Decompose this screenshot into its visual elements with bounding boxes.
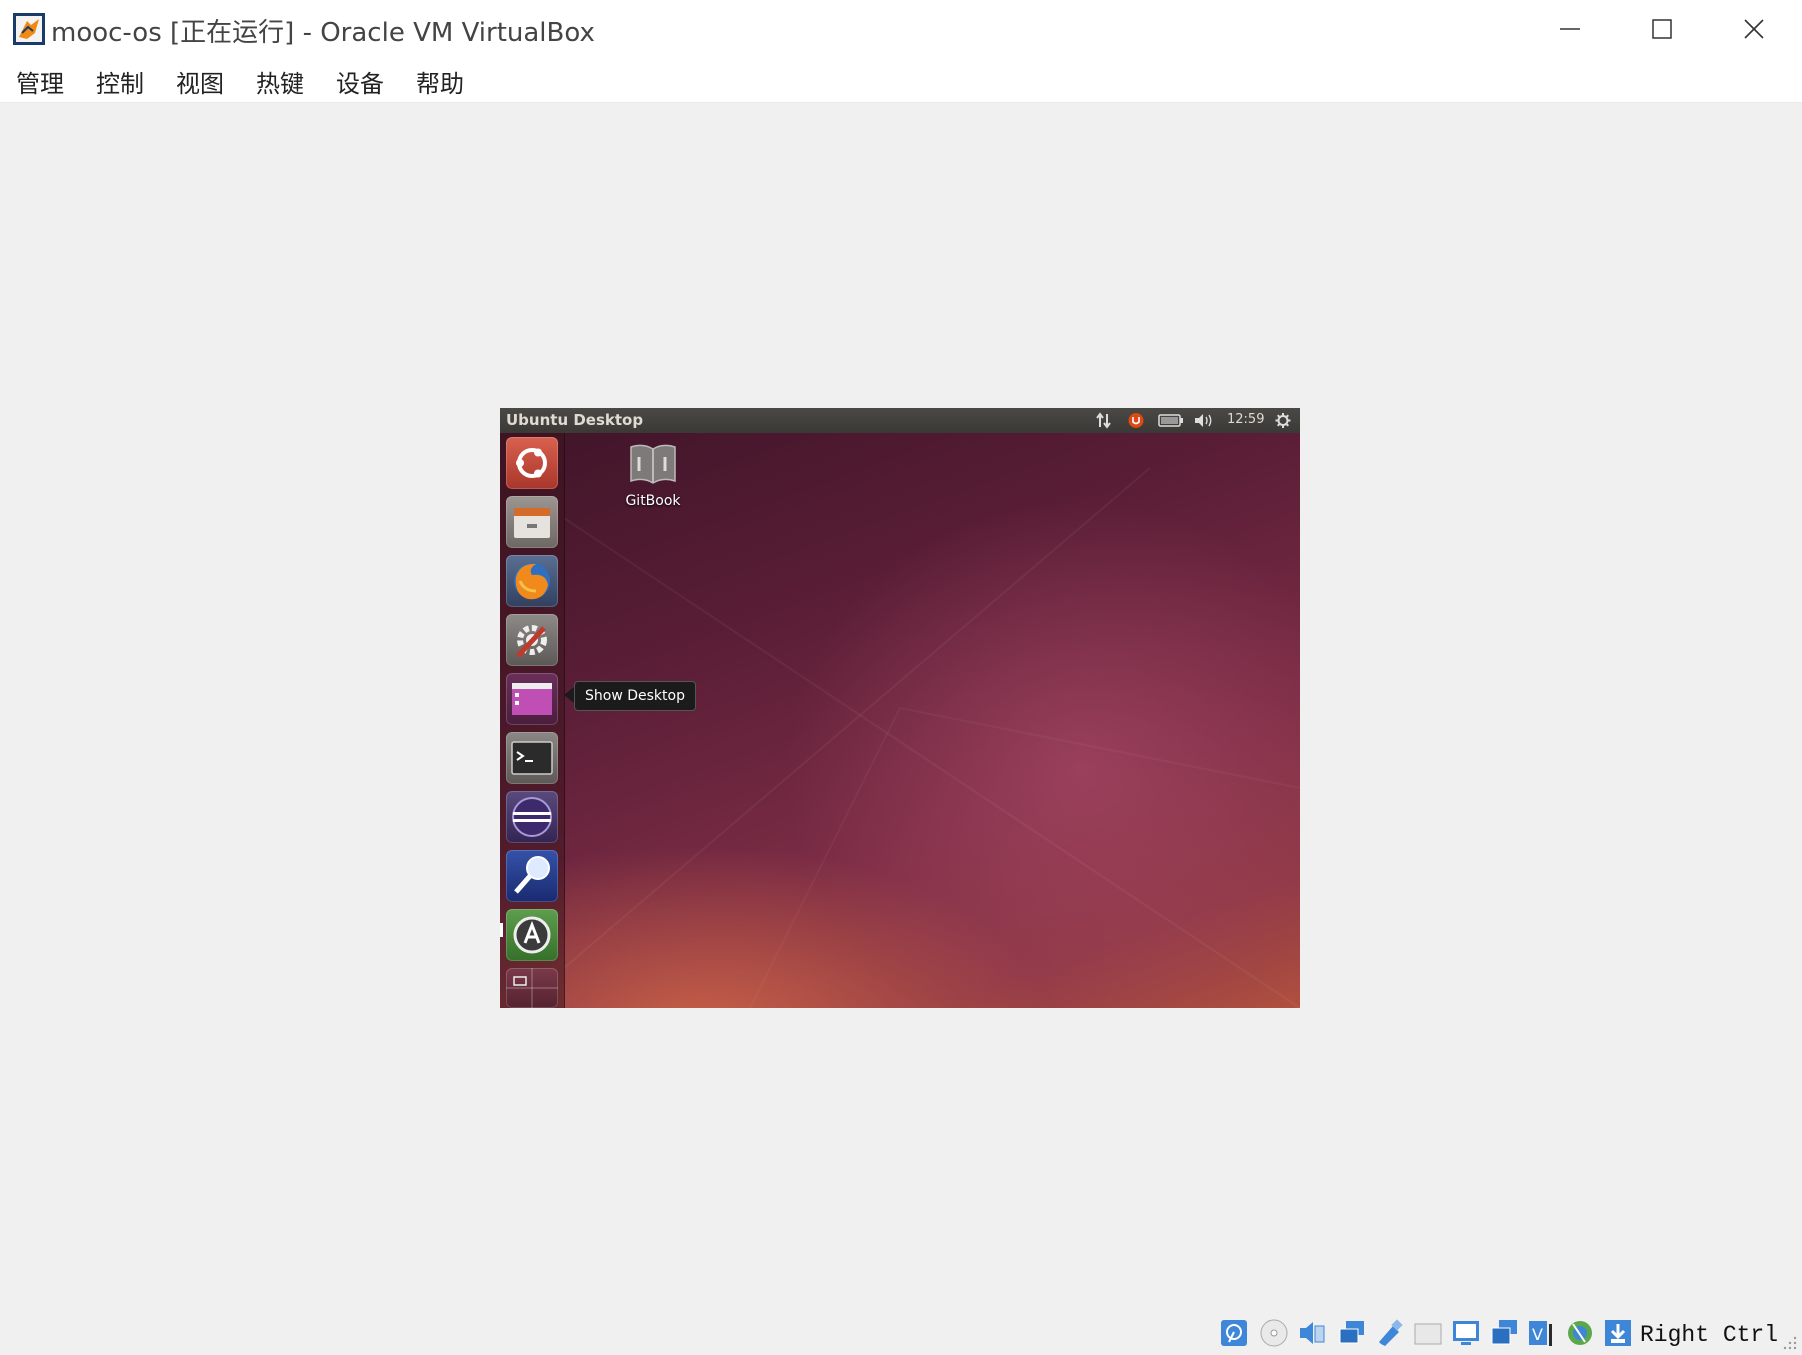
launcher-software-updater[interactable] [506, 909, 558, 961]
window-title: mooc-os [正在运行] - Oracle VM VirtualBox [51, 18, 595, 48]
launcher-workspace-switcher[interactable] [506, 968, 558, 1008]
display-icon[interactable] [1451, 1318, 1481, 1348]
panel-title: Ubuntu Desktop [506, 411, 644, 429]
virtualbox-app-icon [13, 13, 45, 45]
ubuntu-top-panel: Ubuntu Desktop 12:59 [500, 408, 1300, 433]
unity-launcher [500, 433, 565, 1008]
menu-help[interactable]: 帮助 [416, 64, 464, 99]
session-gear-icon[interactable] [1274, 412, 1292, 429]
firefox-icon [514, 563, 550, 600]
hard-disk-icon[interactable] [1219, 1318, 1249, 1348]
optical-drive-icon[interactable] [1259, 1318, 1289, 1348]
audio-icon[interactable] [1297, 1318, 1327, 1348]
launcher-dash[interactable] [506, 437, 558, 489]
launcher-show-desktop[interactable] [506, 673, 558, 725]
terminal-icon [511, 741, 553, 775]
title-bar: mooc-os [正在运行] - Oracle VM VirtualBox [0, 0, 1802, 58]
menu-devices[interactable]: 设备 [336, 64, 384, 99]
launcher-files[interactable] [506, 496, 558, 548]
launcher-eclipse[interactable] [506, 791, 558, 843]
maximize-icon [1652, 19, 1672, 39]
volume-icon[interactable] [1193, 412, 1215, 429]
maximize-button[interactable] [1616, 0, 1708, 58]
launcher-firefox[interactable] [506, 555, 558, 607]
system-settings-icon [516, 625, 547, 658]
file-manager-icon [514, 508, 550, 538]
mouse-integration-icon[interactable] [1565, 1318, 1595, 1348]
menu-bar: 管理 控制 视图 热键 设备 帮助 [0, 58, 1802, 103]
status-bar: V [0, 1310, 1802, 1355]
host-key-label: Right Ctrl [1640, 1322, 1779, 1348]
resize-grip-icon[interactable] [1782, 1335, 1798, 1351]
running-indicator [500, 923, 503, 937]
menu-machine[interactable]: 管理 [16, 64, 64, 99]
dash-home-icon [516, 448, 547, 478]
desktop-icon-label: GitBook [625, 493, 681, 509]
battery-icon[interactable] [1158, 412, 1184, 429]
launcher-search-tool[interactable] [506, 850, 558, 902]
close-button[interactable] [1708, 0, 1800, 58]
host-key-icon[interactable] [1603, 1318, 1633, 1348]
tooltip-arrow [564, 687, 574, 703]
network-icon[interactable] [1337, 1318, 1367, 1348]
launcher-tooltip: Show Desktop [574, 681, 696, 711]
ubuntuone-icon[interactable] [1127, 412, 1145, 429]
svg-text:V: V [1532, 1325, 1543, 1344]
launcher-terminal[interactable] [506, 732, 558, 784]
panel-clock[interactable]: 12:59 [1227, 412, 1264, 427]
workspace-switcher-icon [506, 968, 558, 1008]
menu-view[interactable]: 视图 [176, 64, 224, 99]
vm-display[interactable]: Ubuntu Desktop 12:59 GitBook Show Deskto… [500, 408, 1300, 1008]
book-icon [630, 444, 676, 484]
network-updown-icon[interactable] [1095, 412, 1113, 429]
show-desktop-icon [512, 683, 552, 715]
minimize-icon [1560, 28, 1580, 30]
gtk-search-icon [514, 856, 550, 894]
menu-control[interactable]: 控制 [96, 64, 144, 99]
video-capture-icon[interactable] [1489, 1318, 1519, 1348]
launcher-system-settings[interactable] [506, 614, 558, 666]
close-icon [1744, 19, 1764, 39]
software-updater-icon [513, 916, 551, 954]
desktop-icon-gitbook[interactable]: GitBook [620, 441, 686, 509]
virtualization-icon[interactable]: V [1527, 1318, 1557, 1348]
menu-hotkeys[interactable]: 热键 [256, 64, 304, 99]
eclipse-icon [512, 797, 552, 837]
shared-folder-icon[interactable] [1413, 1318, 1443, 1348]
usb-icon[interactable] [1375, 1318, 1405, 1348]
minimize-button[interactable] [1524, 0, 1616, 58]
